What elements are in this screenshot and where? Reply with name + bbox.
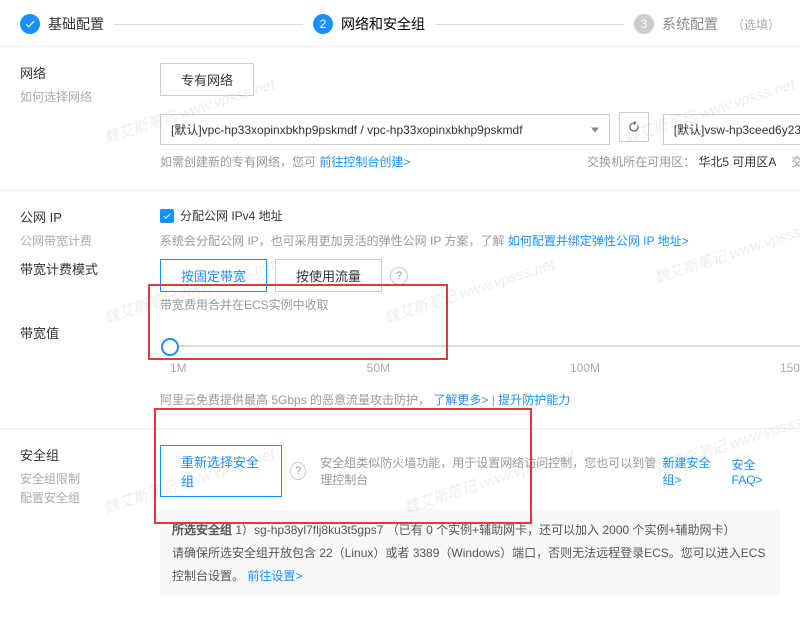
tick-1m: 1M xyxy=(170,361,187,375)
hint-sg-config: 配置安全组 xyxy=(20,489,160,506)
section-public-ip: 公网 IP 公网带宽计费 分配公网 IPv4 地址 系统会分配公网 IP，也可采… xyxy=(0,191,800,429)
label-public-ip: 公网 IP xyxy=(20,207,160,226)
billing-note: 带宽费用合并在ECS实例中收取 xyxy=(160,298,329,312)
check-icon xyxy=(20,14,40,34)
progress-steps: 基础配置 2 网络和安全组 3 系统配置 （选填） xyxy=(0,0,800,47)
upgrade-protection-link[interactable]: 提升防护能力 xyxy=(498,393,570,407)
hint-public-ip: 公网带宽计费 xyxy=(20,232,160,249)
step-number: 2 xyxy=(313,14,333,34)
help-icon[interactable]: ? xyxy=(390,267,408,285)
step-divider xyxy=(114,24,303,25)
step-label: 系统配置 xyxy=(662,14,718,34)
zone-label: 交换机所在可用区： xyxy=(587,155,695,169)
reselect-sg-button[interactable]: 重新选择安全组 xyxy=(160,445,282,497)
step-divider xyxy=(435,24,624,25)
assign-ip-label: 分配公网 IPv4 地址 xyxy=(180,207,283,224)
label-billing: 带宽计费模式 xyxy=(20,259,160,278)
step-number: 3 xyxy=(634,14,654,34)
learn-more-link[interactable]: 了解更多> xyxy=(433,393,488,407)
slider-handle[interactable] xyxy=(161,338,179,356)
network-type-button[interactable]: 专有网络 xyxy=(160,63,254,96)
section-security-group: 安全组 安全组限制 配置安全组 重新选择安全组 ? 安全组类似防火墙功能，用于设… xyxy=(0,429,800,627)
label-network: 网络 xyxy=(20,63,160,82)
hint-network: 如何选择网络 xyxy=(20,88,160,105)
create-vpc-prefix: 如需创建新的专有网络，您可 xyxy=(160,155,316,169)
assign-ip-checkbox[interactable] xyxy=(160,209,174,223)
tick-50m: 50M xyxy=(367,361,390,375)
create-vpc-link[interactable]: 前往控制台创建> xyxy=(319,155,410,169)
section-network: 网络 如何选择网络 专有网络 [默认]vpc-hp33xopinxbkhp9ps… xyxy=(0,47,800,191)
label-sg: 安全组 xyxy=(20,445,160,464)
billing-traffic-button[interactable]: 按使用流量 xyxy=(275,259,382,292)
sg-desc: 安全组类似防火墙功能，用于设置网络访问控制，您也可以到管理控制台 xyxy=(320,454,658,488)
billing-fixed-button[interactable]: 按固定带宽 xyxy=(160,259,267,292)
hint-sg-limit: 安全组限制 xyxy=(20,470,160,487)
help-icon[interactable]: ? xyxy=(290,462,306,480)
vpc-select[interactable]: [默认]vpc-hp33xopinxbkhp9pskmdf / vpc-hp33… xyxy=(160,114,610,145)
eip-link[interactable]: 如何配置并绑定弹性公网 IP 地址> xyxy=(508,234,689,248)
step-label: 网络和安全组 xyxy=(341,14,425,34)
step-network[interactable]: 2 网络和安全组 xyxy=(313,14,425,34)
ddos-note: 阿里云免费提供最高 5Gbps 的恶意流量攻击防护， xyxy=(160,393,430,407)
vswitch-select[interactable]: [默认]vsw-hp3ceed6y23uy8lkbifgr / vsw-hp3c… xyxy=(663,114,800,145)
slider-ticks: 1M 50M 100M 150M xyxy=(170,361,800,375)
new-sg-link[interactable]: 新建安全组> xyxy=(663,454,722,488)
step-system[interactable]: 3 系统配置 （选填） xyxy=(634,14,780,34)
selected-sg-value: 1）sg-hp38yl7flj8ku3t5gps7 （已有 0 个实例+辅助网卡… xyxy=(235,523,735,537)
sg-info-box: 所选安全组 1）sg-hp38yl7flj8ku3t5gps7 （已有 0 个实… xyxy=(160,509,780,597)
step-basic[interactable]: 基础配置 xyxy=(20,14,104,34)
selected-sg-label: 所选安全组 xyxy=(172,523,232,537)
zone-value: 华北5 可用区A xyxy=(698,155,775,169)
go-settings-link[interactable]: 前往设置> xyxy=(247,569,302,583)
step-label: 基础配置 xyxy=(48,14,104,34)
tick-100m: 100M xyxy=(570,361,600,375)
refresh-icon[interactable] xyxy=(619,112,649,142)
ip-desc: 系统会分配公网 IP，也可采用更加灵活的弹性公网 IP 方案，了解 xyxy=(160,234,508,248)
bandwidth-slider[interactable] xyxy=(170,345,800,347)
label-bandwidth: 带宽值 xyxy=(20,323,160,342)
step-optional: （选填） xyxy=(732,16,780,33)
sg-faq-link[interactable]: 安全FAQ> xyxy=(732,456,780,487)
cidr-label: 交换机网段： xyxy=(791,155,800,169)
tick-150m: 150M xyxy=(780,361,800,375)
